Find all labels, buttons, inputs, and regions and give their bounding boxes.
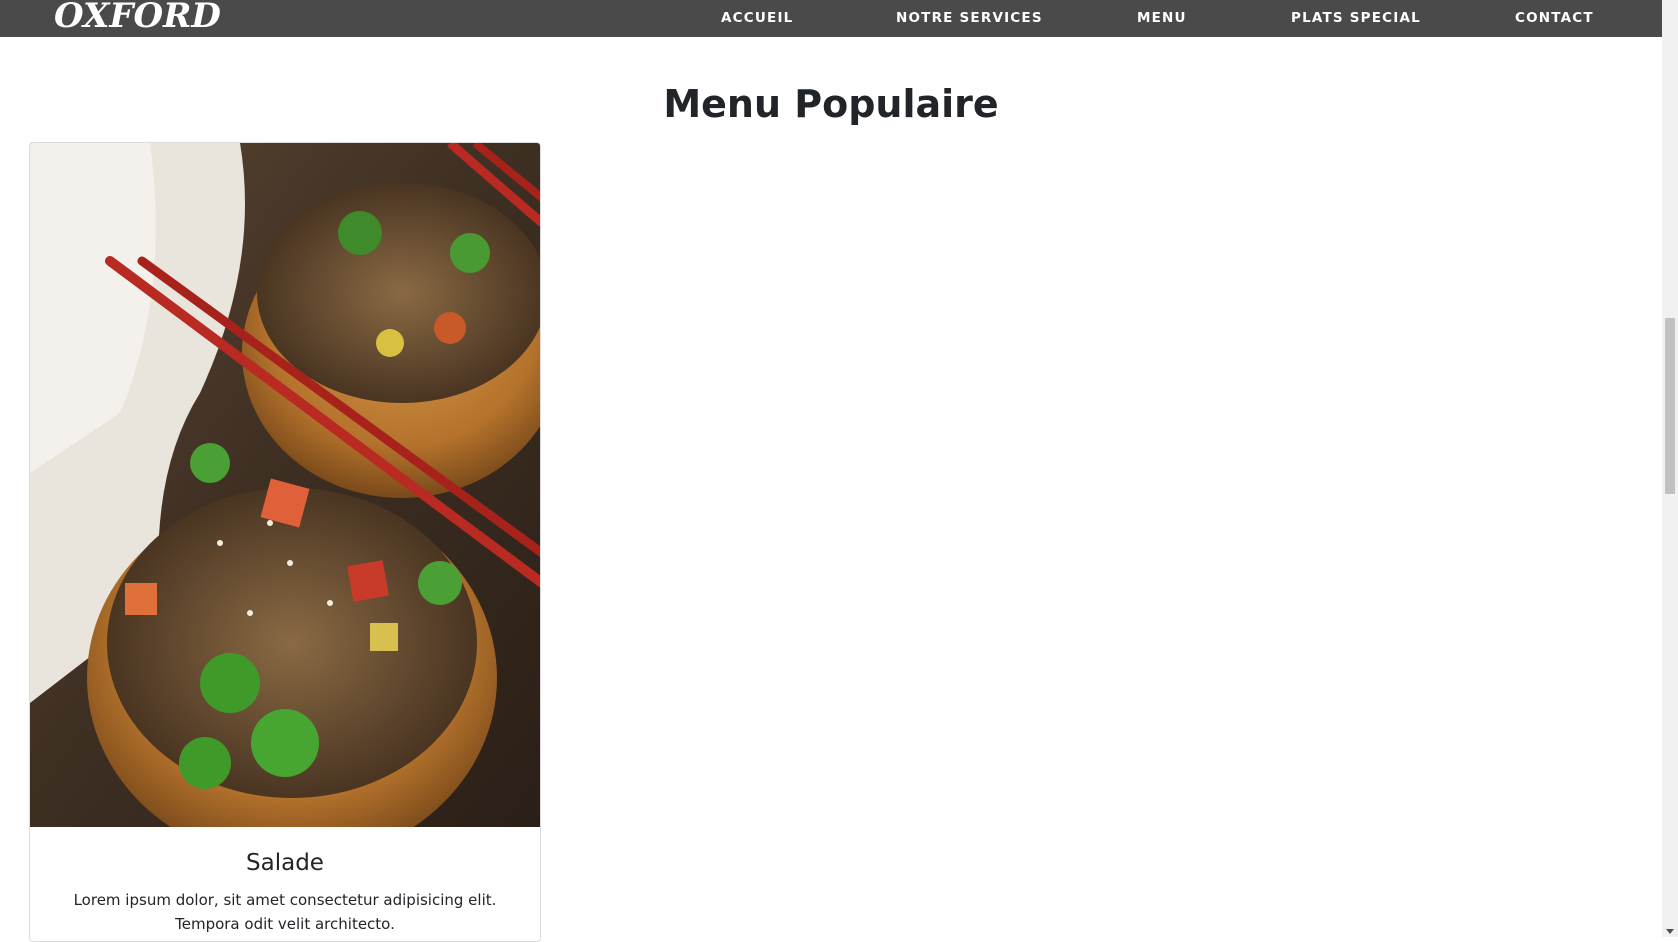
card-title: Salade [246,850,324,876]
nav-link-menu[interactable]: MENU [1137,9,1187,27]
nav-link-accueil[interactable]: ACCUEIL [721,9,793,27]
nav-link-notre-services[interactable]: NOTRE SERVICES [896,9,1043,27]
section-title: Menu Populaire [663,82,999,126]
scrollbar-thumb[interactable] [1665,318,1675,494]
nav-link-plats-special[interactable]: PLATS SPECIAL [1291,9,1421,27]
page-scrollbar[interactable] [1662,0,1678,937]
nav-link-contact[interactable]: CONTACT [1515,9,1594,27]
scroll-down-arrow-icon[interactable] [1666,929,1674,934]
brand-logo[interactable]: OXFORD [54,0,221,36]
card-description: Lorem ipsum dolor, sit amet consectetur … [73,891,497,933]
menu-card: Salade Lorem ipsum dolor, sit amet conse… [29,142,541,942]
top-navbar: OXFORD ACCUEIL NOTRE SERVICES MENU PLATS… [0,0,1662,37]
dish-image [30,143,540,827]
